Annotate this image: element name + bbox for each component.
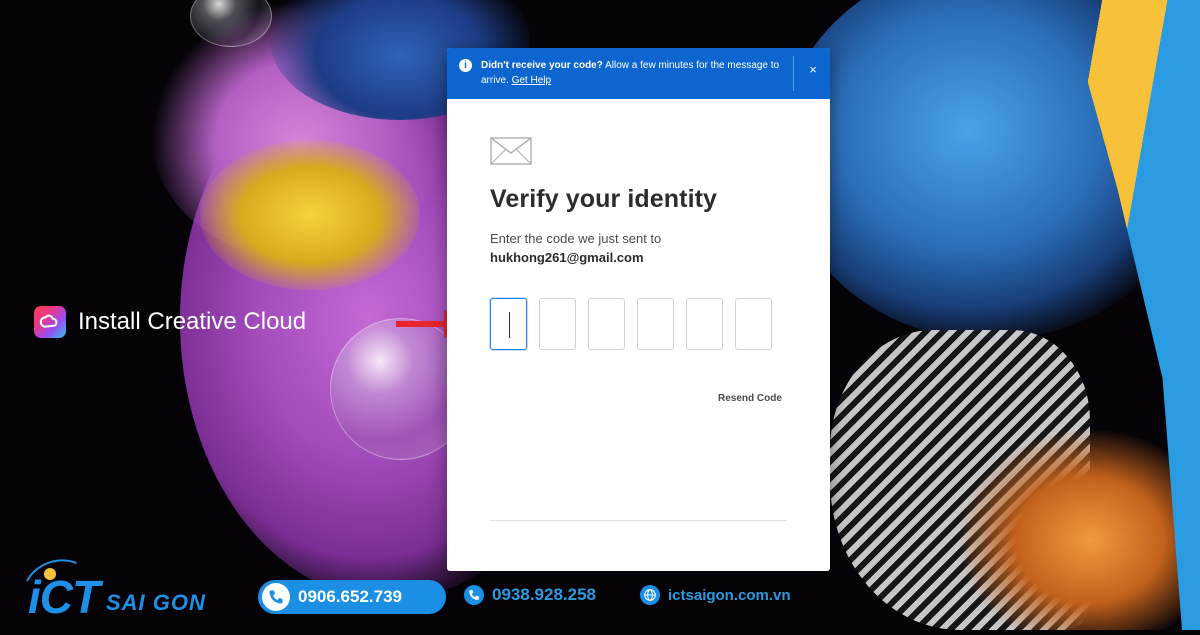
code-digit-3-field[interactable] <box>588 298 625 350</box>
phone-1-number: 0906.652.739 <box>298 587 402 606</box>
install-creative-cloud-label: Install Creative Cloud <box>34 306 306 338</box>
page-title: Verify your identity <box>490 185 718 213</box>
envelope-icon <box>490 137 532 165</box>
code-digit-5-field[interactable] <box>686 298 723 350</box>
creative-cloud-logo-icon <box>34 306 66 338</box>
website-url: ictsaigon.com.vn <box>668 586 791 604</box>
divider <box>490 520 787 521</box>
close-icon[interactable]: × <box>803 60 823 80</box>
globe-icon <box>640 585 660 605</box>
phone-icon <box>262 583 290 611</box>
info-icon: i <box>459 59 472 72</box>
verify-identity-dialog: i Didn't receive your code? Allow a few … <box>447 48 830 571</box>
website-contact: ictsaigon.com.vn <box>640 585 791 605</box>
email-address: hukhong261@gmail.com <box>490 250 644 265</box>
install-label-text: Install Creative Cloud <box>78 308 307 335</box>
logo-sub-text: SAI GON <box>106 590 206 615</box>
phone-icon <box>464 585 484 605</box>
resend-code-button[interactable]: Resend Code <box>718 393 782 404</box>
get-help-link[interactable]: Get Help <box>512 75 551 86</box>
code-input-group <box>490 298 772 350</box>
banner-divider <box>793 56 794 91</box>
info-banner: i Didn't receive your code? Allow a few … <box>447 48 830 99</box>
banner-message: Didn't receive your code? Allow a few mi… <box>481 58 781 88</box>
phone-1-badge: 0906.652.739 <box>258 580 446 614</box>
code-digit-4-field[interactable] <box>637 298 674 350</box>
text-caret <box>509 312 510 338</box>
code-digit-2-field[interactable] <box>539 298 576 350</box>
phone-2-contact: 0938.928.258 <box>464 585 596 605</box>
code-digit-1-field[interactable] <box>490 298 527 350</box>
phone-2-number: 0938.928.258 <box>492 585 596 604</box>
yellow-spiky-shape <box>200 140 420 290</box>
code-digit-6-field[interactable] <box>735 298 772 350</box>
ict-saigon-logo: iCT SAI GON <box>13 549 232 635</box>
instruction-text: Enter the code we just sent to <box>490 231 662 246</box>
banner-strong-text: Didn't receive your code? <box>481 60 603 71</box>
logo-brand-text: iCT <box>28 571 100 623</box>
